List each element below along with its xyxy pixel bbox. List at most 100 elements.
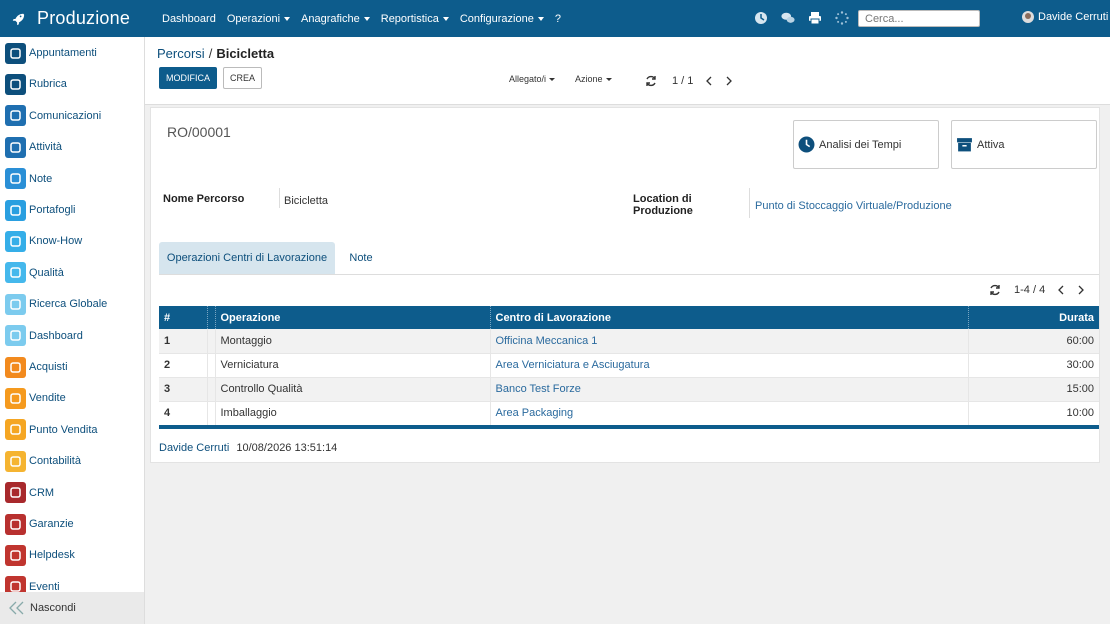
clock-icon[interactable] — [754, 11, 768, 25]
location-link[interactable]: Punto di Stoccaggio Virtuale/Produzione — [755, 200, 952, 212]
nav-menu-item[interactable]: Anagrafiche — [301, 13, 370, 25]
check-icon — [5, 136, 26, 158]
column-header-duration[interactable]: Durata — [967, 306, 1099, 329]
sidebar-item[interactable]: Contabilità — [5, 450, 81, 472]
sidebar-item[interactable]: Ricerca Globale — [5, 293, 107, 315]
row-operation: Montaggio — [214, 329, 490, 354]
sidebar-item[interactable]: Garanzie — [5, 513, 74, 535]
print-icon[interactable] — [808, 11, 822, 25]
sidebar-item-label: Portafogli — [29, 204, 76, 216]
sidebar-item-label: Acquisti — [29, 361, 68, 373]
workcenter-link[interactable]: Area Verniciatura e Asciugatura — [496, 359, 650, 371]
nav-menu-item[interactable]: Operazioni — [227, 13, 291, 25]
workcenter-link[interactable]: Officina Meccanica 1 — [496, 335, 598, 347]
systray — [754, 11, 862, 25]
time-analysis-button[interactable]: Analisi dei Tempi — [793, 120, 939, 169]
chevron-left-icon[interactable] — [1057, 285, 1065, 295]
active-toggle-button[interactable]: Attiva — [951, 120, 1097, 169]
sidebar-item[interactable]: Portafogli — [5, 199, 75, 221]
sidebar-item-label: Helpdesk — [29, 549, 75, 562]
sidebar-item[interactable]: Vendite — [5, 387, 66, 409]
caret-down-icon — [549, 77, 556, 81]
chevron-left-icon[interactable] — [705, 76, 713, 86]
breadcrumb: Percorsi / Bicicletta — [157, 46, 274, 61]
tab-operations[interactable]: Operazioni Centri di Lavorazione — [159, 242, 335, 274]
pager-value: 1 / 1 — [672, 75, 694, 87]
workcenter-link[interactable]: Banco Test Forze — [496, 383, 581, 395]
workcenter-link[interactable]: Area Packaging — [496, 407, 574, 419]
nav-menu-item[interactable]: Configurazione — [460, 13, 544, 25]
table-row[interactable]: 4 Imballaggio Area Packaging 10:00 — [159, 401, 1099, 426]
record-footer: Davide Cerruti 10/08/2026 13:51:14 — [159, 442, 337, 454]
sidebar-item-label: Rubrica — [29, 78, 67, 91]
sidebar: Appuntamenti Rubrica Comunicazioni Attività… — [0, 37, 145, 624]
sidebar-item[interactable]: Acquisti — [5, 356, 68, 378]
row-seq: 4 — [159, 401, 207, 426]
sidebar-item[interactable]: Note — [5, 168, 52, 190]
form-sheet: RO/00001 Analisi dei Tempi Attiva Nome P… — [150, 107, 1100, 463]
chart-icon — [5, 387, 26, 409]
route-name-value[interactable]: Bicicletta — [284, 195, 328, 207]
nav-menu-item[interactable]: ? — [555, 13, 561, 25]
row-duration: 60:00 — [967, 329, 1099, 354]
column-header-workcenter[interactable]: Centro di Lavorazione — [489, 306, 968, 329]
refresh-icon[interactable] — [989, 284, 1001, 296]
control-panel: Percorsi / Bicicletta MODIFICA CREA Allega… — [145, 37, 1110, 105]
sidebar-item[interactable]: Appuntamenti — [5, 42, 97, 64]
app-brand[interactable]: Produzione — [0, 8, 148, 29]
user-menu[interactable]: Davide Cerruti — [1022, 11, 1108, 23]
sidebar-item-label: Contabilità — [29, 455, 81, 468]
sidebar-item[interactable]: Helpdesk — [5, 544, 75, 566]
refresh-icon[interactable] — [645, 75, 657, 87]
attachments-dropdown[interactable]: Allegato/i — [509, 74, 556, 84]
column-header-operation[interactable]: Operazione — [214, 306, 490, 329]
table-row[interactable]: 3 Controllo Qualità Banco Test Forze 15:00 — [159, 377, 1099, 402]
row-duration: 15:00 — [967, 377, 1099, 402]
sidebar-item[interactable]: Punto Vendita — [5, 419, 98, 441]
pos-icon — [5, 419, 26, 441]
sidebar-item[interactable]: Know-How — [5, 230, 82, 252]
sidebar-item[interactable]: Attività — [5, 136, 62, 158]
nav-menu-item[interactable]: Reportistica — [381, 13, 449, 25]
record-reference: RO/00001 — [167, 124, 231, 140]
sidebar-item-label: Vendite — [29, 392, 66, 405]
table-row[interactable]: 2 Verniciatura Area Verniciatura e Asciuga… — [159, 353, 1099, 378]
double-chevron-left-icon — [9, 601, 24, 615]
chevron-right-icon[interactable] — [1077, 285, 1085, 295]
location-label-line2: Produzione — [633, 205, 693, 217]
sidebar-item[interactable]: CRM — [5, 482, 54, 504]
row-operation: Controllo Qualità — [214, 377, 490, 402]
sidebar-item[interactable]: Qualità — [5, 262, 64, 284]
action-dropdown[interactable]: Azione — [575, 74, 612, 84]
edit-button[interactable]: MODIFICA — [159, 67, 217, 89]
nav-menu-item[interactable]: Dashboard — [162, 13, 216, 25]
sidebar-item-label: CRM — [29, 486, 55, 499]
archive-icon — [957, 138, 972, 152]
chevron-right-icon[interactable] — [725, 76, 733, 86]
sidebar-item[interactable]: Dashboard — [5, 325, 83, 347]
sidebar-item[interactable]: Comunicazioni — [5, 105, 101, 127]
action-label: Azione — [575, 74, 603, 84]
spinner-icon[interactable] — [835, 11, 849, 25]
row-duration: 10:00 — [967, 401, 1099, 426]
sidebar-item-label: Appuntamenti — [29, 47, 97, 59]
table-footer — [159, 425, 1099, 429]
collapse-sidebar-button[interactable]: Nascondi — [0, 592, 144, 624]
nav-menu-label: ? — [554, 12, 561, 25]
table-row[interactable]: 1 Montaggio Officina Meccanica 1 60:00 — [159, 329, 1099, 354]
sidebar-item-label: Attività — [29, 141, 63, 154]
handshake-icon — [5, 482, 26, 504]
create-button[interactable]: CREA — [223, 67, 262, 89]
chat-icon[interactable] — [781, 11, 795, 25]
caret-down-icon — [442, 16, 449, 21]
breadcrumb-parent[interactable]: Percorsi — [157, 46, 205, 61]
record-pager: 1 / 1 — [645, 75, 733, 87]
nav-menu-label: Anagrafiche — [301, 12, 360, 25]
time-analysis-label: Analisi dei Tempi — [819, 138, 902, 151]
dashboard-icon — [5, 325, 26, 347]
tab-notes[interactable]: Note — [335, 242, 387, 274]
author-link[interactable]: Davide Cerruti — [159, 442, 229, 454]
column-header-seq[interactable]: # — [159, 306, 207, 329]
search-input[interactable] — [858, 10, 980, 27]
sidebar-item[interactable]: Rubrica — [5, 73, 67, 95]
